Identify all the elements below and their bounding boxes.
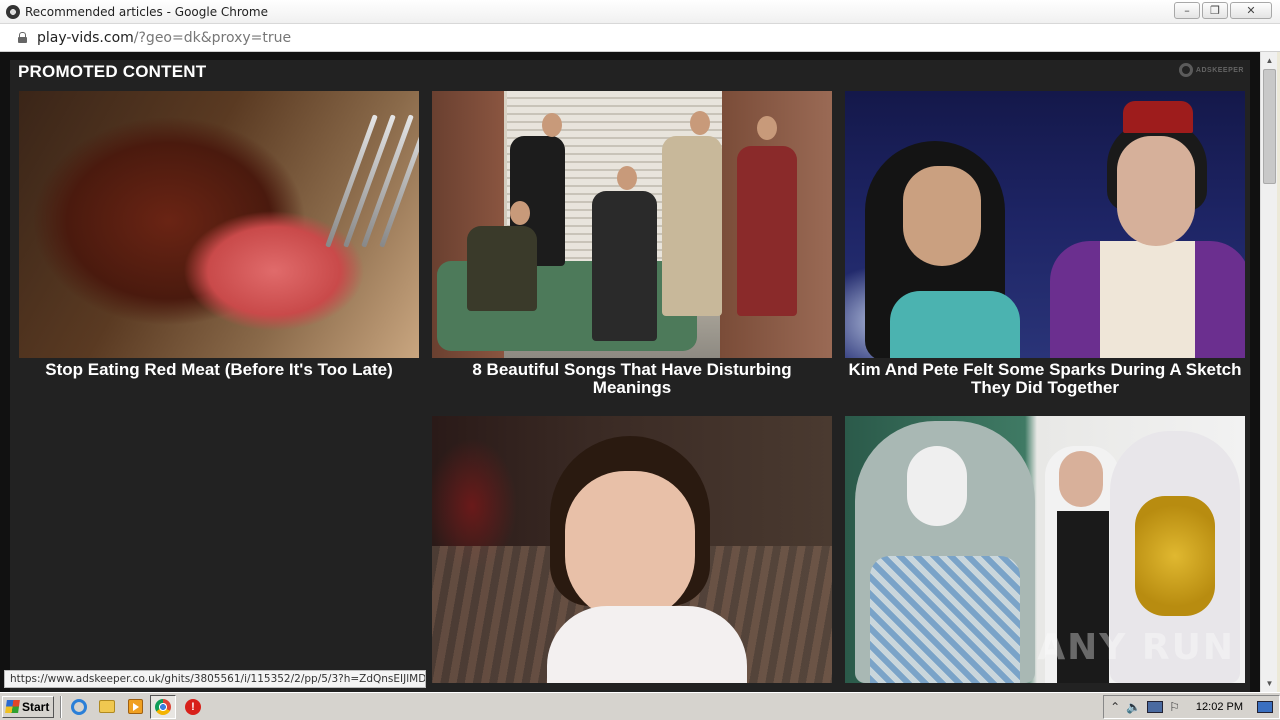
article-title[interactable]: Stop Eating Red Meat (Before It's Too La…: [19, 361, 419, 379]
start-label: Start: [22, 699, 50, 714]
start-button[interactable]: Start: [2, 695, 54, 718]
windows-logo-icon: [5, 700, 20, 713]
quicklaunch-explorer[interactable]: [96, 696, 118, 718]
promoted-content-widget: PROMOTED CONTENT ADSKEEPER Stop Eating R…: [10, 60, 1250, 692]
scroll-up-icon[interactable]: ▲: [1261, 52, 1278, 69]
media-player-icon: [127, 699, 143, 714]
scrollbar-thumb[interactable]: [1263, 69, 1276, 184]
show-desktop-icon[interactable]: [1257, 701, 1273, 713]
scroll-down-icon[interactable]: ▼: [1261, 675, 1278, 692]
anyrun-watermark: ANY RUN: [1037, 627, 1235, 668]
restore-button[interactable]: ❐: [1202, 2, 1228, 19]
chrome-app-icon: [6, 4, 20, 19]
page-viewport: PROMOTED CONTENT ADSKEEPER Stop Eating R…: [0, 52, 1260, 692]
adskeeper-label: ADSKEEPER: [1195, 66, 1244, 74]
clock[interactable]: 12:02 PM: [1196, 701, 1243, 713]
stop-icon: !: [185, 698, 201, 715]
article-card[interactable]: Kim And Pete Felt Some Sparks During A S…: [845, 91, 1245, 397]
minimize-button[interactable]: –: [1174, 2, 1200, 19]
url-path: /?geo=dk&proxy=true: [133, 29, 292, 46]
internet-explorer-icon: [71, 698, 87, 715]
url-host: play-vids.com: [37, 29, 134, 46]
band-image[interactable]: [432, 91, 832, 358]
fork-shape: [325, 111, 419, 271]
article-title[interactable]: 8 Beautiful Songs That Have Disturbing M…: [432, 361, 832, 397]
article-card[interactable]: ANY RUN: [845, 416, 1245, 683]
window-title: Recommended articles - Google Chrome: [25, 4, 268, 19]
status-bar-url: https://www.adskeeper.co.uk/ghits/380556…: [4, 670, 426, 688]
volume-icon[interactable]: 🔈: [1126, 700, 1141, 714]
show-hidden-icons-icon[interactable]: ⌃: [1110, 700, 1120, 714]
adskeeper-key-icon: [1178, 63, 1193, 77]
brides-image[interactable]: ANY RUN: [845, 416, 1245, 683]
promoted-content-heading: PROMOTED CONTENT: [18, 62, 207, 81]
article-title[interactable]: Kim And Pete Felt Some Sparks During A S…: [845, 361, 1245, 397]
adskeeper-logo[interactable]: ADSKEEPER: [1178, 63, 1244, 77]
window-titlebar: Recommended articles - Google Chrome – ❐…: [0, 0, 1280, 24]
flag-icon[interactable]: ⚐: [1169, 700, 1180, 714]
system-tray: ⌃ 🔈 ⚐ 12:02 PM: [1103, 695, 1280, 719]
network-icon[interactable]: [1147, 701, 1164, 713]
article-card[interactable]: [432, 416, 832, 683]
taskbar-chrome-button[interactable]: [150, 694, 176, 719]
article-card[interactable]: Stop Eating Red Meat (Before It's Too La…: [19, 91, 419, 379]
quicklaunch-media[interactable]: [124, 696, 146, 718]
vertical-scrollbar[interactable]: ▲ ▼: [1260, 52, 1277, 692]
window-controls: – ❐ ✕: [1174, 2, 1272, 19]
article-card[interactable]: 8 Beautiful Songs That Have Disturbing M…: [432, 91, 832, 397]
folder-icon: [99, 700, 115, 713]
chrome-icon: [155, 698, 171, 715]
lock-icon[interactable]: [18, 32, 27, 43]
quicklaunch-ie[interactable]: [68, 696, 90, 718]
taskbar-stop-button[interactable]: !: [182, 696, 204, 718]
address-bar[interactable]: play-vids.com/?geo=dk&proxy=true: [0, 24, 1280, 52]
close-button[interactable]: ✕: [1230, 2, 1272, 19]
steak-image[interactable]: [19, 91, 419, 358]
costume-image[interactable]: [845, 91, 1245, 358]
taskbar: Start ! ⌃ 🔈 ⚐ 12:02 PM: [0, 692, 1280, 720]
taskbar-separator: [60, 695, 62, 718]
child-photo-image[interactable]: [432, 416, 832, 683]
url-field[interactable]: play-vids.com/?geo=dk&proxy=true: [37, 30, 291, 46]
